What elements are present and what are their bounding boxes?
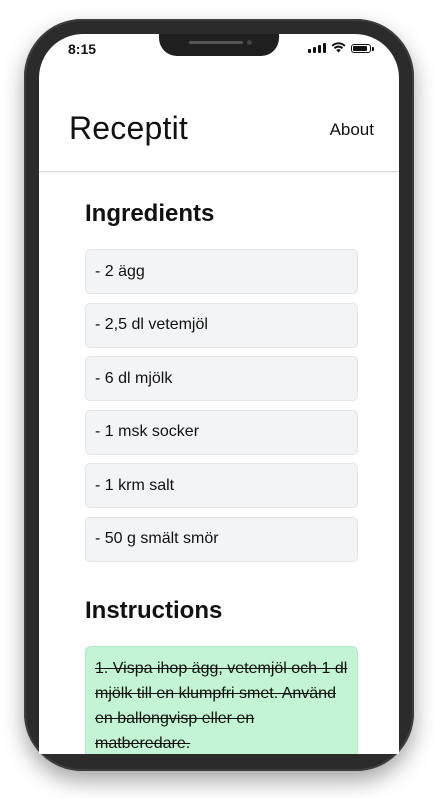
instructions-title: Instructions	[85, 597, 223, 624]
nav-about-link[interactable]: About	[330, 120, 374, 140]
brand-title[interactable]: Receptit	[69, 110, 188, 147]
battery-icon	[351, 44, 374, 53]
ingredients-list: - 2 ägg - 2,5 dl vetemjöl - 6 dl mjölk -…	[85, 249, 358, 570]
notch	[159, 34, 279, 56]
ingredient-item[interactable]: - 50 g smält smör	[85, 516, 358, 562]
ingredient-item[interactable]: - 2 ägg	[85, 249, 358, 294]
front-camera	[247, 40, 252, 45]
ingredients-title: Ingredients	[85, 200, 215, 227]
instruction-step-completed[interactable]: 1. Vispa ihop ägg, vetemjöl och 1 dl mjö…	[85, 646, 358, 754]
phone-frame: 8:15 Receptit About Ingredients - 2 ägg …	[24, 19, 414, 771]
ingredient-item[interactable]: - 1 krm salt	[85, 463, 358, 508]
status-icons	[308, 42, 374, 53]
ingredient-item[interactable]: - 1 msk socker	[85, 409, 358, 455]
wifi-icon	[331, 42, 346, 53]
ingredient-item[interactable]: - 6 dl mjölk	[85, 356, 358, 401]
signal-icon	[308, 43, 326, 53]
ingredient-item[interactable]: - 2,5 dl vetemjöl	[85, 302, 358, 348]
speaker-grille	[189, 41, 243, 44]
phone-screen: 8:15 Receptit About Ingredients - 2 ägg …	[39, 34, 399, 754]
app-header: Receptit About	[39, 74, 399, 172]
status-time: 8:15	[68, 41, 97, 57]
